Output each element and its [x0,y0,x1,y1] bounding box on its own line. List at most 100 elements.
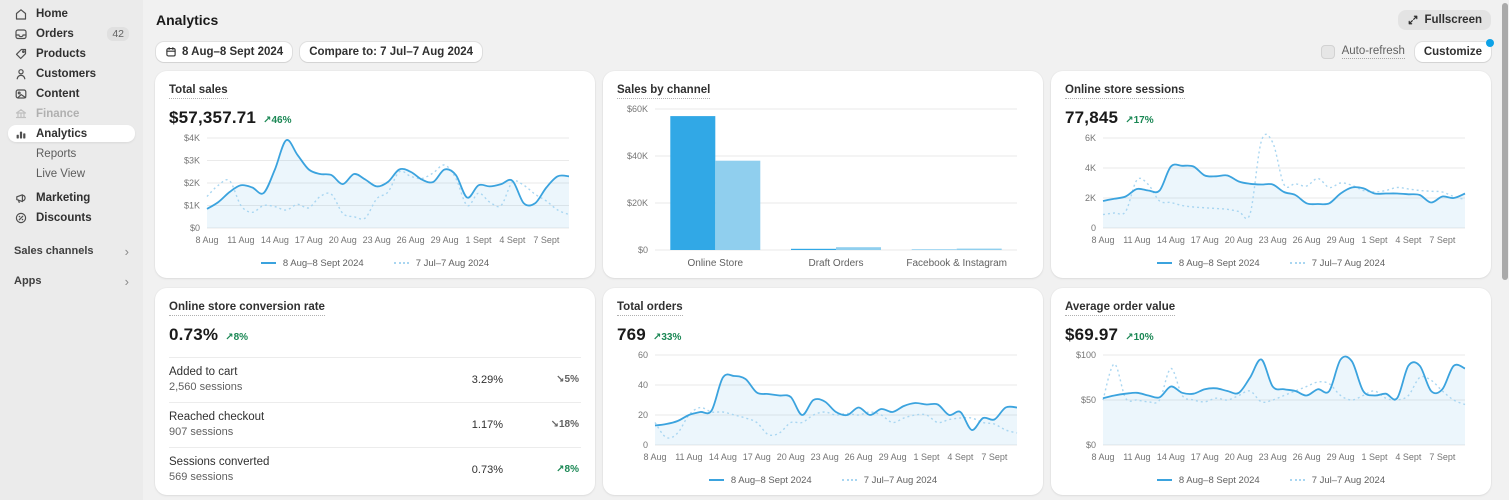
sidebar-item-reports[interactable]: Reports [8,145,135,162]
sales-by-channel-chart[interactable]: $60K $40K $20K $0 Online Store Draft Orders Fa… [617,99,1029,274]
svg-text:23 Aug: 23 Aug [811,452,839,462]
card-title[interactable]: Online store sessions [1065,84,1185,99]
svg-text:$20K: $20K [627,198,648,208]
svg-text:23 Aug: 23 Aug [363,235,391,245]
sidebar-item-products[interactable]: Products [8,45,135,62]
svg-text:17 Aug: 17 Aug [743,452,771,462]
svg-text:8 Aug: 8 Aug [195,235,218,245]
vertical-scrollbar[interactable] [1502,3,1508,280]
online-store-sessions-chart[interactable]: 6K 4K 2K 0 8 Aug 11 Aug 14 Aug 17 Aug 20 Aug 23 A… [1065,128,1477,274]
sales-by-channel-card: Sales by channel $60K $40K $20K $0 Online St… [603,71,1043,278]
chevron-right-icon: › [124,243,129,259]
section-label: Apps [14,275,42,287]
table-row[interactable]: Reached checkout 907 sessions 1.17% ↘18% [169,402,581,447]
svg-text:60: 60 [638,350,648,360]
finance-icon [14,107,28,121]
main-content: Analytics Fullscreen 8 Aug–8 Sept 2024 C… [143,0,1509,500]
svg-text:14 Aug: 14 Aug [1157,452,1185,462]
svg-text:7 Sept: 7 Sept [981,452,1008,462]
online-store-sessions-card: Online store sessions 77,845 ↗17% 6K 4K 2K… [1051,71,1491,278]
orders-icon [14,27,28,41]
auto-refresh-label: Auto-refresh [1341,45,1405,59]
svg-text:11 Aug: 11 Aug [675,452,702,462]
sidebar-section-apps[interactable]: Apps › [14,273,129,289]
sidebar-item-label: Orders [36,27,74,40]
svg-text:17 Aug: 17 Aug [1191,452,1219,462]
previous-period-line-icon [1289,479,1305,481]
change-badge: ↗17% [1125,115,1154,126]
compare-to-button[interactable]: Compare to: 7 Jul–7 Aug 2024 [300,42,483,62]
card-title[interactable]: Total orders [617,301,683,316]
sidebar-item-analytics[interactable]: Analytics [8,125,135,142]
funnel-step-change: ↗8% [556,464,579,475]
change-badge: ↗46% [263,115,292,126]
previous-period-line-icon [841,479,857,481]
chevron-right-icon: › [124,273,129,289]
sidebar-item-marketing[interactable]: Marketing [8,189,135,206]
sidebar-item-live-view[interactable]: Live View [8,165,135,182]
funnel-step-label: Added to cart [169,366,238,378]
svg-text:$2K: $2K [184,178,200,188]
svg-text:$100: $100 [1076,350,1096,360]
svg-text:2K: 2K [1085,193,1096,203]
svg-text:4 Sept: 4 Sept [499,235,526,245]
average-order-value-chart[interactable]: $100 $50 $0 8 Aug 11 Aug 14 Aug 17 Aug 20 Aug 23… [1065,345,1477,491]
sidebar-item-home[interactable]: Home [8,5,135,22]
sidebar: Home Orders 42 Products Customers Conten… [0,0,143,500]
card-title[interactable]: Sales by channel [617,84,711,99]
sidebar-item-label: Reports [36,147,77,160]
sidebar-item-orders[interactable]: Orders 42 [8,25,135,42]
svg-text:1 Sept: 1 Sept [465,235,492,245]
current-period-line-icon [260,262,276,264]
fullscreen-label: Fullscreen [1424,14,1482,26]
svg-text:8 Aug: 8 Aug [643,452,666,462]
current-period-line-icon [1156,479,1172,481]
metric-value: $57,357.71 [169,108,257,127]
previous-period-line-icon [393,262,409,264]
chart-legend: 8 Aug–8 Sept 2024 7 Jul–7 Aug 2024 [617,469,1029,491]
svg-text:20 Aug: 20 Aug [329,235,357,245]
card-title[interactable]: Average order value [1065,301,1176,316]
sidebar-item-label: Marketing [36,191,91,204]
customize-button[interactable]: Customize [1414,42,1491,62]
sidebar-item-label: Home [36,7,68,20]
funnel-step-sessions: 2,560 sessions [169,381,243,393]
svg-text:$0: $0 [190,223,200,233]
funnel-step-sessions: 907 sessions [169,426,234,438]
svg-text:$0: $0 [1086,440,1096,450]
content-icon [14,87,28,101]
fullscreen-button[interactable]: Fullscreen [1398,10,1491,30]
table-row[interactable]: Added to cart 2,560 sessions 3.29% ↘5% [169,357,581,402]
sidebar-item-label: Analytics [36,127,88,140]
sidebar-section-sales-channels[interactable]: Sales channels › [14,243,129,259]
svg-text:7 Sept: 7 Sept [1429,235,1456,245]
svg-text:11 Aug: 11 Aug [227,235,254,245]
total-orders-chart[interactable]: 60 40 20 0 8 Aug 11 Aug 14 Aug 17 Aug 20 Aug 23 A… [617,345,1029,491]
svg-text:$3K: $3K [184,156,200,166]
auto-refresh-checkbox[interactable] [1320,45,1335,59]
customers-icon [14,67,28,81]
change-badge: ↗33% [652,332,682,343]
auto-refresh-toggle[interactable]: Auto-refresh [1320,45,1405,59]
card-title[interactable]: Online store conversion rate [169,301,325,316]
current-period-line-icon [708,479,724,481]
sidebar-item-content[interactable]: Content [8,85,135,102]
section-label: Sales channels [14,245,94,257]
date-range-button[interactable]: 8 Aug–8 Sept 2024 [156,42,293,62]
metric-value: $69.97 [1065,325,1119,344]
sidebar-item-finance: Finance [8,105,135,122]
change-badge: ↗8% [225,332,249,343]
card-title[interactable]: Total sales [169,84,228,99]
sidebar-item-label: Live View [36,167,86,180]
products-icon [14,47,28,61]
sidebar-item-customers[interactable]: Customers [8,65,135,82]
svg-text:20 Aug: 20 Aug [777,452,805,462]
total-sales-chart[interactable]: $4K $3K $2K $1K $0 8 Aug 11 Aug 14 Aug 17 Aug 20 … [169,128,581,274]
svg-text:20 Aug: 20 Aug [1225,452,1253,462]
table-row[interactable]: Sessions converted 569 sessions 0.73% ↗8… [169,447,581,492]
svg-text:14 Aug: 14 Aug [261,235,289,245]
chart-legend: 8 Aug–8 Sept 2024 7 Jul–7 Aug 2024 [169,252,581,274]
funnel-step-sessions: 569 sessions [169,471,234,483]
svg-text:23 Aug: 23 Aug [1259,235,1287,245]
sidebar-item-discounts[interactable]: Discounts [8,209,135,226]
